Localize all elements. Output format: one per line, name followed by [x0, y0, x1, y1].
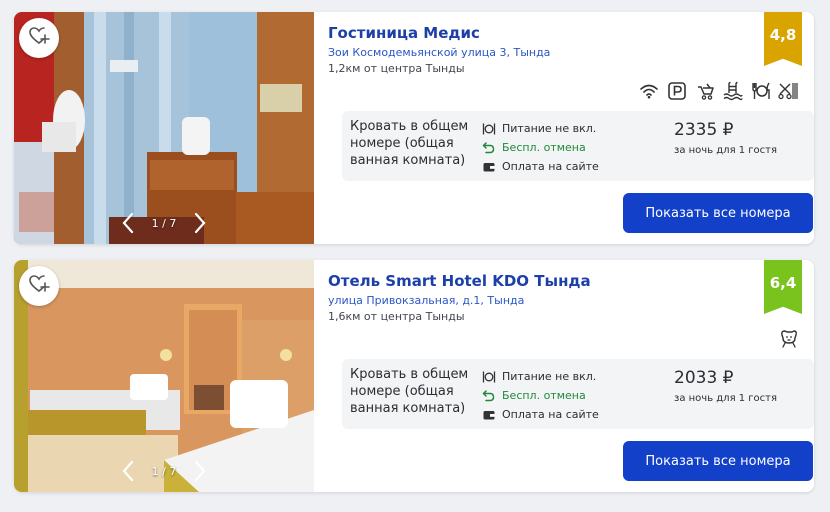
undo-arrow-icon	[482, 141, 495, 153]
payment-text: Оплата на сайте	[502, 160, 599, 173]
heart-plus-icon	[28, 26, 50, 50]
price-per-night: за ночь для 1 гостя	[674, 145, 778, 156]
hotel-info: Отель Smart Hotel KDO Тында улица Привок…	[328, 260, 814, 492]
price: 2335 ₽	[674, 120, 734, 140]
room-type: Кровать в общем номере (общая ванная ком…	[350, 367, 469, 416]
meal-text: Питание не вкл.	[502, 122, 597, 135]
restaurant-icon	[750, 80, 772, 102]
show-all-rooms-button[interactable]: Показать все номера	[623, 193, 813, 233]
hotel-distance: 1,2км от центра Тынды	[328, 62, 465, 75]
price: 2033 ₽	[674, 368, 734, 388]
chevron-right-icon[interactable]	[194, 212, 206, 234]
room-offer: Кровать в общем номере (общая ванная ком…	[342, 359, 814, 429]
hotel-name[interactable]: Отель Smart Hotel KDO Тында	[328, 272, 591, 290]
hotel-address[interactable]: улица Привокзальная, д.1, Тында	[328, 294, 524, 307]
hotel-card: 1 / 7 Отель Smart Hotel KDO Тында улица …	[14, 260, 814, 492]
hotel-address[interactable]: Зои Космодемьянской улица 3, Тында	[328, 46, 550, 59]
photo-counter: 1 / 7	[151, 464, 177, 478]
parking-icon	[666, 80, 688, 102]
room-type: Кровать в общем номере (общая ванная ком…	[350, 119, 469, 168]
payment-text: Оплата на сайте	[502, 408, 599, 421]
show-all-rooms-button[interactable]: Показать все номера	[623, 441, 813, 481]
hotel-photo[interactable]	[14, 12, 314, 244]
chevron-left-icon[interactable]	[122, 212, 134, 234]
chevron-left-icon[interactable]	[122, 460, 134, 482]
hotel-photo[interactable]	[14, 260, 314, 492]
meal-condition: Питание не вкл.	[482, 119, 599, 138]
bathroom-room-photo	[14, 12, 314, 244]
meal-icon	[482, 123, 496, 134]
favorite-button[interactable]	[19, 18, 59, 58]
payment-condition: Оплата на сайте	[482, 157, 599, 176]
cancel-text: Беспл. отмена	[502, 141, 586, 154]
favorite-button[interactable]	[19, 266, 59, 306]
hotel-info: Гостиница Медис Зои Космодемьянской улиц…	[328, 12, 814, 244]
photo-pager: 1 / 7	[14, 460, 314, 482]
amenities-list	[638, 80, 800, 102]
offer-conditions: Питание не вкл. Беспл. отмена Оплата на …	[482, 367, 599, 424]
price-per-night: за ночь для 1 гостя	[674, 393, 778, 404]
rating-badge: 6,4	[764, 260, 802, 306]
rating-badge: 4,8	[764, 12, 802, 58]
pets-icon	[778, 328, 800, 350]
wallet-icon	[483, 410, 495, 419]
pool-icon	[722, 80, 744, 102]
cancel-condition: Беспл. отмена	[482, 386, 599, 405]
wifi-icon	[638, 80, 660, 102]
meal-condition: Питание не вкл.	[482, 367, 599, 386]
cancel-condition: Беспл. отмена	[482, 138, 599, 157]
cancel-text: Беспл. отмена	[502, 389, 586, 402]
undo-arrow-icon	[482, 389, 495, 401]
stroller-icon	[694, 80, 716, 102]
heart-plus-icon	[28, 274, 50, 298]
photo-pager: 1 / 7	[14, 212, 314, 234]
hairdryer-icon	[778, 80, 800, 102]
meal-text: Питание не вкл.	[502, 370, 597, 383]
meal-icon	[482, 371, 496, 382]
bedroom-room-photo	[14, 260, 314, 492]
room-offer: Кровать в общем номере (общая ванная ком…	[342, 111, 814, 181]
hotel-distance: 1,6км от центра Тынды	[328, 310, 465, 323]
wallet-icon	[483, 162, 495, 171]
photo-counter: 1 / 7	[151, 216, 177, 230]
payment-condition: Оплата на сайте	[482, 405, 599, 424]
offer-conditions: Питание не вкл. Беспл. отмена Оплата на …	[482, 119, 599, 176]
chevron-right-icon[interactable]	[194, 460, 206, 482]
amenities-list	[778, 328, 800, 350]
hotel-name[interactable]: Гостиница Медис	[328, 24, 480, 42]
hotel-card: 1 / 7 Гостиница Медис Зои Космодемьянско…	[14, 12, 814, 244]
